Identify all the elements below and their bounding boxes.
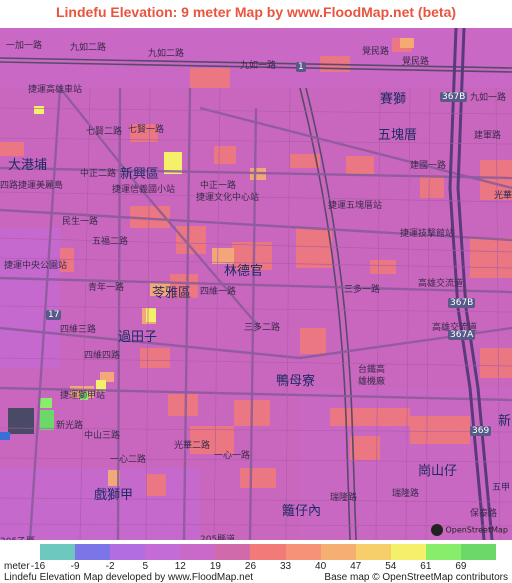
legend-swatch: [460, 544, 497, 560]
legend-value: 12: [174, 561, 186, 572]
road-label: 四路: [0, 181, 19, 191]
legend-value: -16: [30, 561, 46, 572]
legend-swatch: [425, 544, 462, 560]
road-label: 建軍路: [474, 131, 502, 141]
route-shield: 367A: [448, 330, 476, 340]
osm-badge-text: OpenStreetMap: [445, 525, 508, 535]
legend-swatch: [215, 544, 251, 560]
legend-swatch: [320, 544, 357, 560]
place-label: 戲獅甲: [94, 488, 134, 503]
road-label: 三多一路: [344, 285, 381, 295]
road-label: 捷運信義國小站: [112, 185, 176, 195]
legend-swatch: [355, 544, 392, 560]
road-label: 中山三路: [84, 431, 121, 441]
road-label: 覺民路: [402, 57, 430, 67]
legend-swatch: [285, 544, 322, 560]
road-label: 捷運獅甲站: [60, 391, 106, 401]
road-label: 七賢一路: [128, 125, 165, 135]
road-label: 捷運美麗島: [18, 181, 64, 191]
elevation-legend: meter -16 -9 -2 5 12 19 26 33 40 47 54 61 69 Lindefu …: [0, 540, 512, 583]
road-label: 中正二路: [80, 169, 117, 179]
legend-swatch: [145, 544, 181, 560]
place-label: 苓雅區: [152, 286, 192, 301]
road-label: 民生一路: [62, 217, 99, 227]
legend-value: 69: [455, 561, 467, 572]
road-label: 九如一路: [240, 61, 277, 71]
road-label: 捷運中央公園站: [4, 261, 68, 271]
legend-swatch: [110, 544, 146, 560]
road-label: 中正一路: [200, 181, 237, 191]
place-label: 崗山仔: [418, 464, 458, 479]
place-label: 籬仔內: [282, 504, 322, 519]
route-shield: 369: [470, 426, 492, 436]
legend-swatch: [180, 544, 216, 560]
place-label: 新: [498, 414, 512, 429]
road-label: 三多二路: [244, 323, 281, 333]
legend-value: 19: [209, 561, 221, 572]
footer-credit-left: Lindefu Elevation Map developed by www.F…: [4, 572, 254, 583]
legend-value: 47: [350, 561, 362, 572]
elevation-map[interactable]: 大港埔新興區林德官苓雅區過田子 五塊厝 賽獅鴨母寮戲獅甲 崗山仔籬仔內 五甲 新 光華 九如…: [0, 28, 512, 540]
road-label: 捷運技擊館站: [400, 229, 455, 239]
place-label: 五塊厝: [378, 128, 418, 143]
legend-unit-label: meter: [4, 561, 30, 572]
road-label: 四維四路: [84, 351, 121, 361]
place-label: 林德官: [224, 264, 264, 279]
road-label: 四維一路: [200, 287, 237, 297]
route-shield: 367B: [448, 298, 476, 308]
road-label: 建國一路: [410, 161, 447, 171]
openstreetmap-logo-icon: [431, 524, 444, 536]
road-label: 205縣道: [200, 535, 236, 540]
place-label: 大港埔: [8, 158, 48, 173]
route-shield: 367B: [440, 92, 468, 102]
legend-swatch: [75, 544, 111, 560]
road-label: 九如一路: [470, 93, 507, 103]
legend-value: 40: [315, 561, 327, 572]
legend-swatch: [390, 544, 427, 560]
road-label: 一心一路: [214, 451, 251, 461]
route-shield: 17: [46, 310, 62, 320]
road-label: 瑞隆路: [392, 489, 420, 499]
road-label: 五福二路: [92, 237, 129, 247]
road-label: 高雄交流道: [418, 279, 464, 289]
place-label: 新興區: [120, 167, 160, 182]
road-label: 七賢二路: [86, 127, 123, 137]
road-label: 保泰路: [470, 509, 498, 519]
legend-swatch: [250, 544, 287, 560]
road-label: 瑞隆路: [330, 493, 358, 503]
road-label: 四維三路: [60, 325, 97, 335]
road-label: 青年一路: [88, 283, 125, 293]
road-label: 捷運五塊厝站: [328, 201, 383, 211]
legend-value: 5: [142, 561, 148, 572]
legend-swatch: [40, 544, 76, 560]
place-label: 鴨母寮: [276, 374, 316, 389]
legend-value: 33: [279, 561, 292, 572]
map-title: Lindefu Elevation: 9 meter Map by www.Fl…: [55, 4, 457, 20]
legend-value: 26: [244, 561, 257, 572]
route-shield: 1: [296, 62, 306, 72]
road-label: 光華二路: [174, 441, 211, 451]
road-label: 捷運文化中心站: [196, 193, 260, 203]
legend-value: -2: [105, 561, 115, 572]
title-bar: Lindefu Elevation: 9 meter Map by www.Fl…: [0, 0, 512, 28]
legend-value: -9: [70, 561, 80, 572]
road-label: 雄機廠: [358, 377, 386, 387]
place-label: 五甲: [492, 483, 511, 493]
osm-attribution-badge[interactable]: OpenStreetMap: [431, 524, 508, 536]
road-label: 新光路: [56, 421, 84, 431]
place-label: 光華: [494, 191, 512, 201]
legend-value: 61: [420, 561, 432, 572]
road-label: 一心二路: [110, 455, 147, 465]
road-label: 一加一路: [6, 41, 43, 51]
road-label: 捷運高雄車站: [28, 85, 83, 95]
legend-value: 54: [385, 561, 397, 572]
road-label: 九如二路: [70, 43, 107, 53]
footer-credit-right: Base map © OpenStreetMap contributors: [324, 572, 508, 583]
place-label: 過田子: [118, 330, 158, 345]
road-label: 覺民路: [362, 47, 390, 57]
place-label: 賽獅: [380, 92, 407, 107]
road-label: 九如二路: [148, 49, 185, 59]
